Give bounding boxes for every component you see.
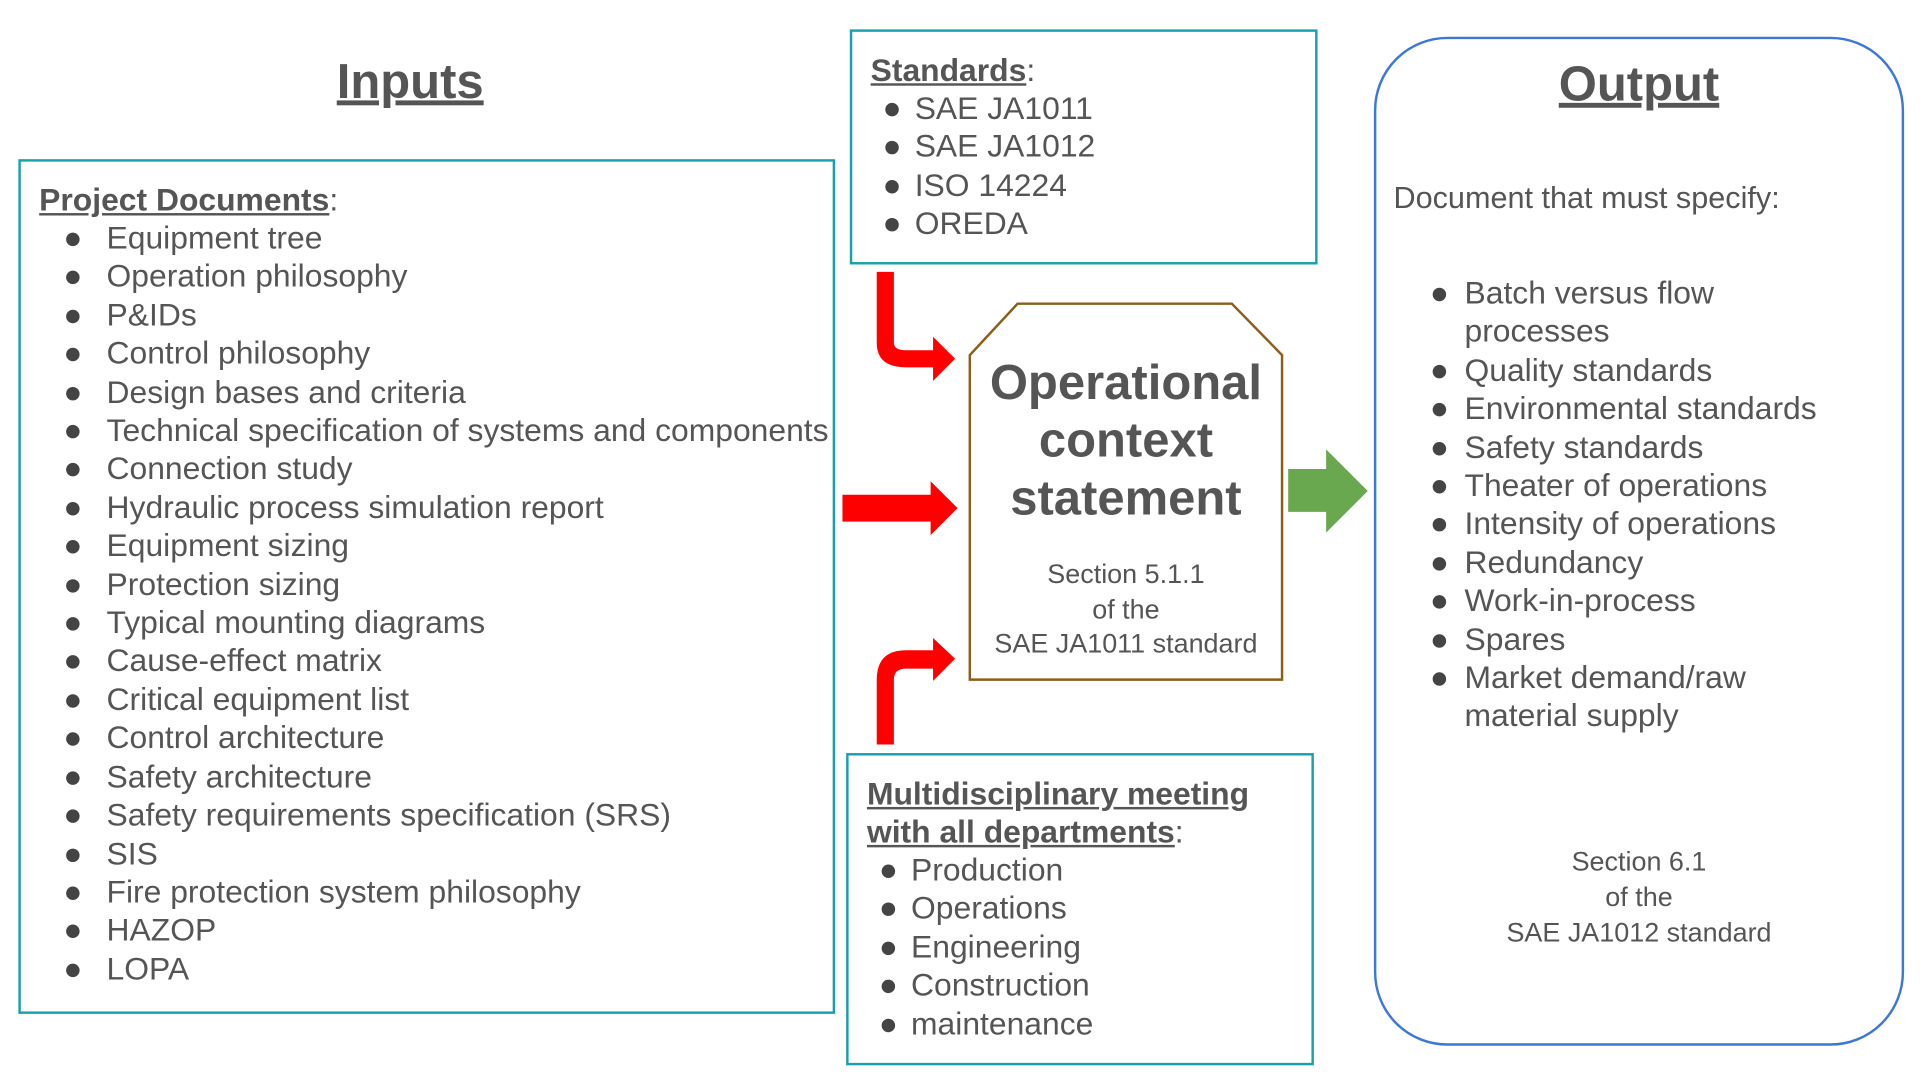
list-item: Batch versus flow processes — [1420, 274, 1824, 351]
center-reference: Section 5.1.1 of the SAE JA1011 standard — [994, 558, 1258, 659]
output-list: Batch versus flow processes Quality stand… — [1420, 274, 1824, 735]
center-title: Operational context statement — [989, 356, 1263, 526]
list-item: Redundancy — [1420, 543, 1824, 581]
list-item: Environmental standards — [1420, 390, 1824, 428]
list-item: Market demand/raw material supply — [1420, 659, 1824, 736]
list-item: Intensity of operations — [1420, 505, 1824, 543]
arrow-to-output — [1288, 449, 1368, 533]
output-intro: Document that must specify: — [1393, 181, 1780, 216]
arrow-from-standards — [876, 271, 956, 381]
list-item: Work-in-process — [1420, 582, 1824, 620]
list-item: Spares — [1420, 620, 1824, 658]
output-title: Output — [1558, 57, 1720, 112]
arrow-from-meeting — [876, 637, 956, 745]
list-item: Safety standards — [1420, 428, 1824, 466]
output-reference: Section 6.1 of the SAE JA1012 standard — [1506, 846, 1772, 948]
list-item: Theater of operations — [1420, 467, 1824, 505]
output-box: Output Document that must specify: Batch… — [1373, 36, 1905, 1046]
list-item: Quality standards — [1420, 351, 1824, 389]
arrow-from-inputs — [842, 481, 958, 536]
